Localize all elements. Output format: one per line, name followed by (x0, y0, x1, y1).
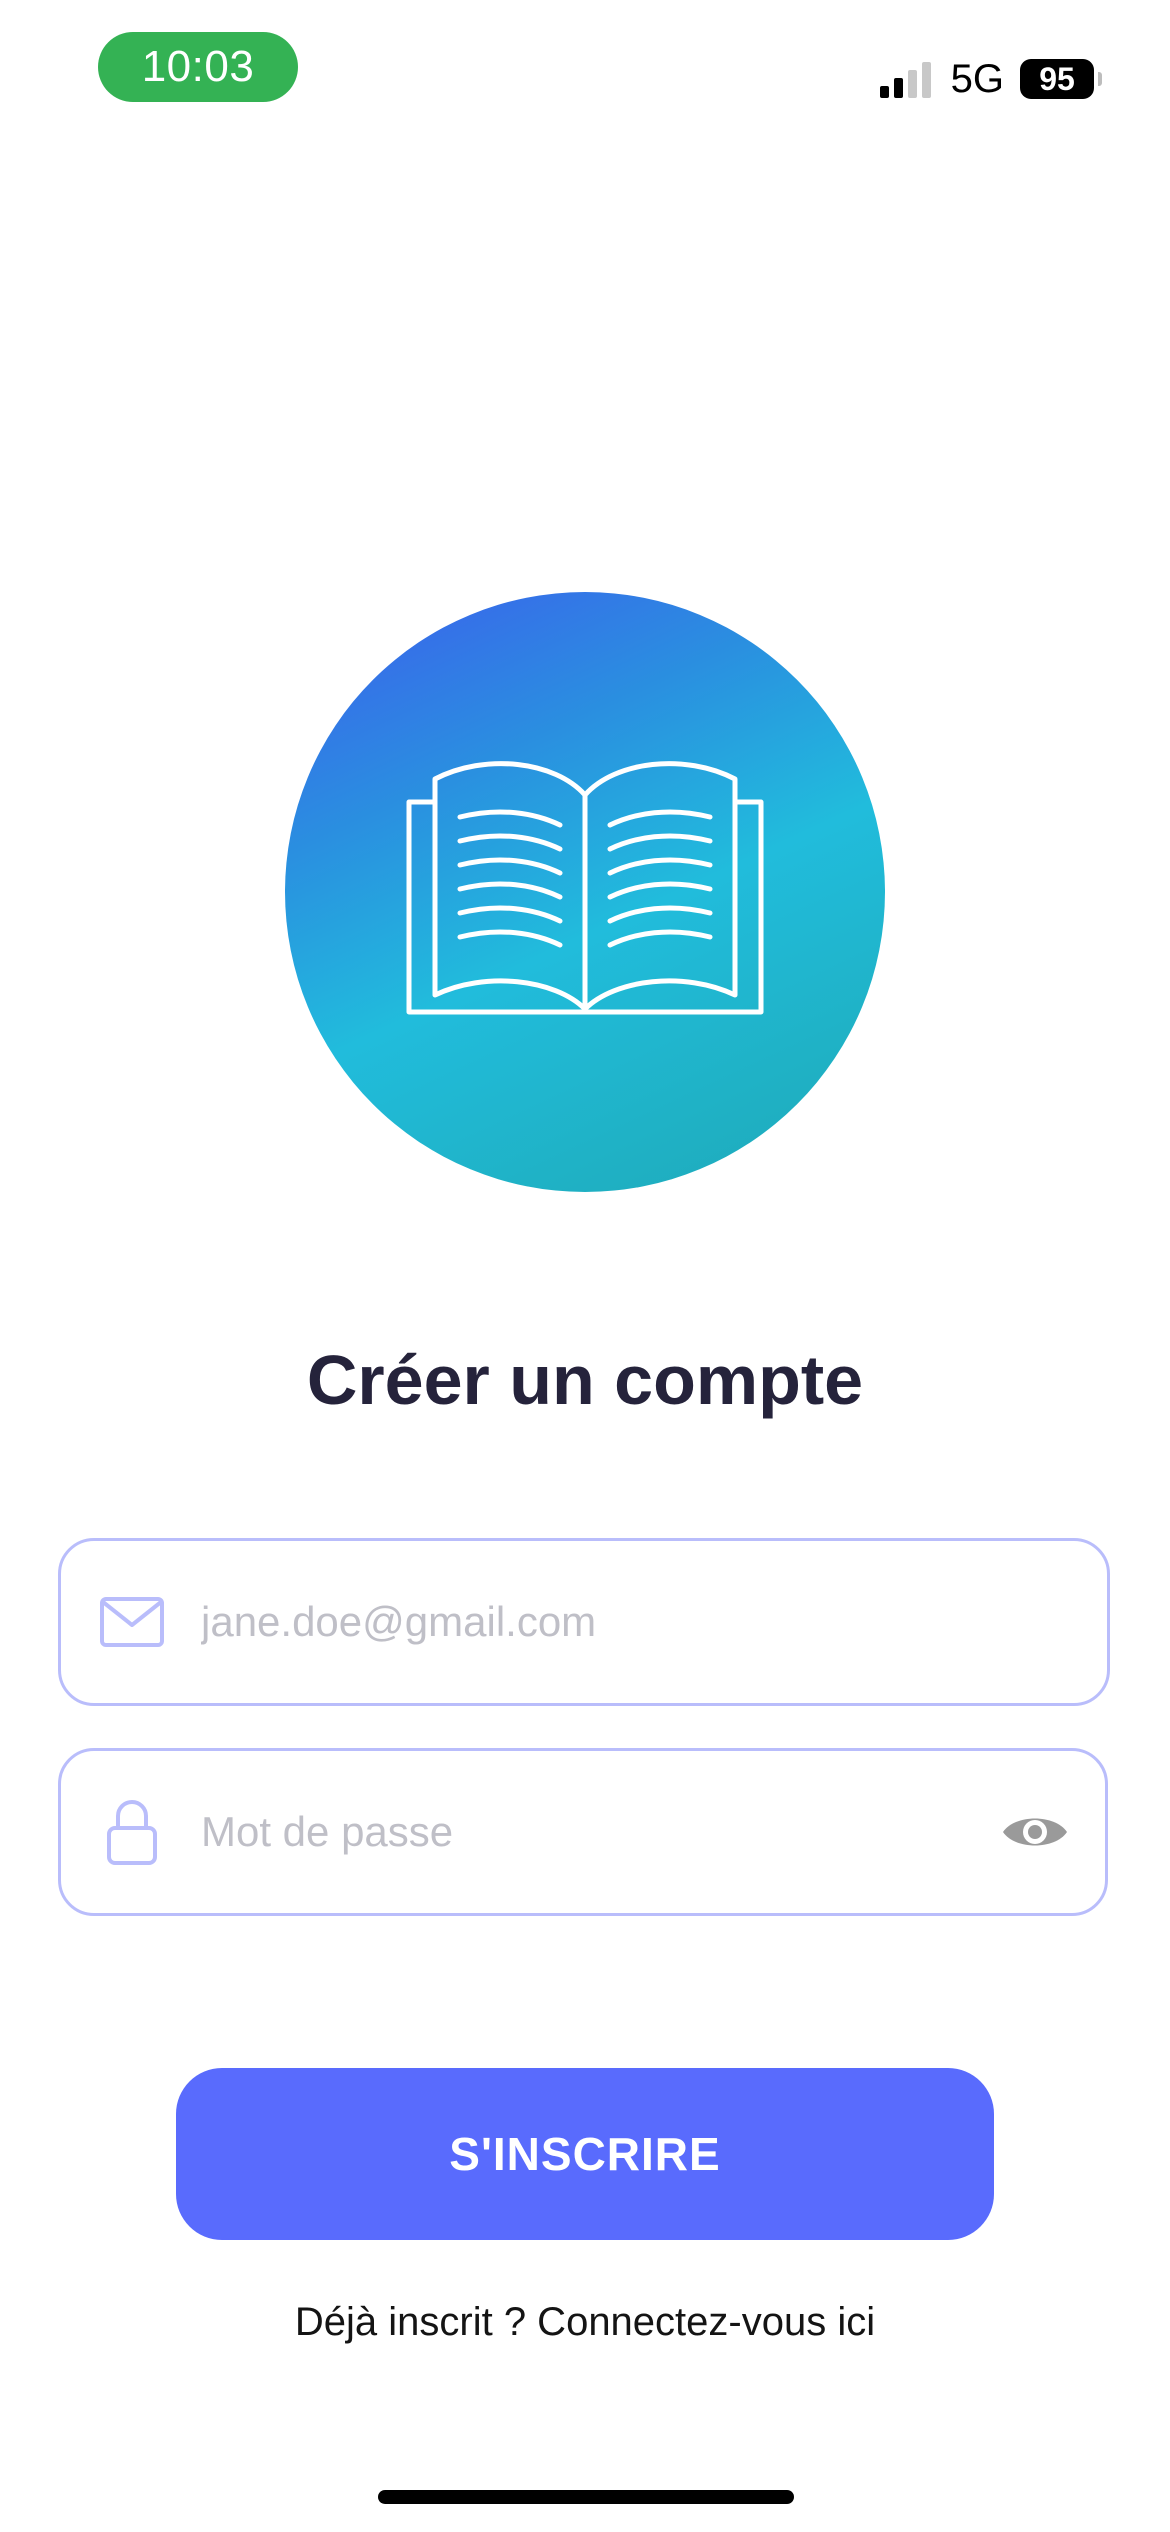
open-book-icon (406, 761, 764, 1015)
home-indicator (378, 2490, 794, 2504)
cellular-signal-icon (879, 60, 931, 98)
signup-button[interactable]: S'INSCRIRE (176, 2068, 994, 2240)
battery-icon: 95 (1020, 59, 1102, 99)
network-type: 5G (950, 56, 1004, 101)
email-field[interactable] (58, 1538, 1110, 1706)
eye-icon[interactable] (995, 1802, 1075, 1862)
login-link[interactable]: Déjà inscrit ? Connectez-vous ici (0, 2300, 1170, 2345)
status-bar: 10:03 5G 95 (0, 0, 1170, 140)
password-field[interactable] (58, 1748, 1108, 1916)
app-logo (285, 592, 885, 1192)
password-input[interactable] (199, 1791, 995, 1873)
lock-icon (95, 1798, 169, 1866)
page-title: Créer un compte (306, 1341, 864, 1419)
status-indicators: 5G 95 (879, 54, 1102, 104)
email-input[interactable] (199, 1581, 1107, 1663)
envelope-icon (95, 1596, 169, 1648)
status-time: 10:03 (98, 32, 298, 102)
battery-level: 95 (1039, 60, 1075, 97)
